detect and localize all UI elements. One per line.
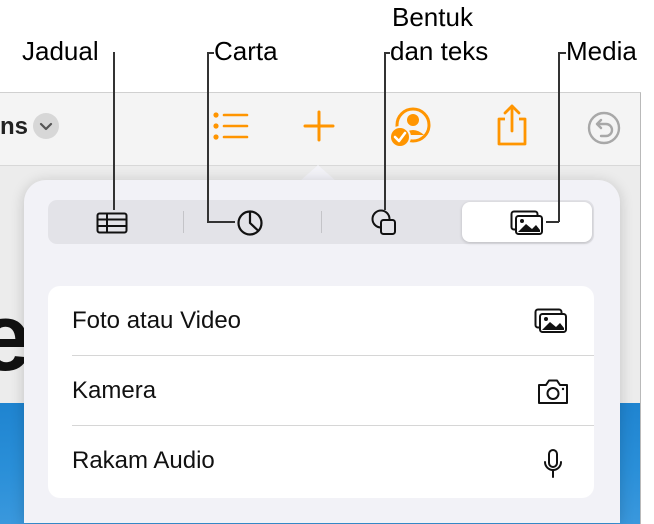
menu-item-label: Foto atau Video xyxy=(72,307,242,334)
document-name[interactable]: ns xyxy=(0,113,28,141)
callout-leader-shapes xyxy=(384,52,386,210)
tab-shapes-and-text[interactable] xyxy=(322,200,460,244)
callout-leader-chart xyxy=(207,52,209,222)
tab-table[interactable] xyxy=(48,200,182,244)
menu-item-label: Rakam Audio xyxy=(72,447,215,474)
media-icon xyxy=(510,210,544,236)
microphone-icon xyxy=(542,448,564,480)
callout-leader-media-h xyxy=(558,52,566,54)
callout-leader-chart-h xyxy=(207,52,214,54)
callout-shapes-label-line2: dan teks xyxy=(390,36,489,66)
callout-chart-label: Carta xyxy=(214,36,278,66)
callout-leader-chart-h2 xyxy=(207,221,235,223)
callout-media-label: Media xyxy=(566,36,637,66)
undo-icon[interactable] xyxy=(586,110,622,146)
shapes-icon xyxy=(370,208,402,238)
photo-library-icon xyxy=(534,308,568,334)
list-item-photo-or-video[interactable]: Foto atau Video xyxy=(48,286,594,356)
insert-plus-icon[interactable] xyxy=(302,109,336,143)
share-icon[interactable] xyxy=(494,103,530,147)
list-icon[interactable] xyxy=(212,109,250,143)
menu-item-label: Kamera xyxy=(72,377,157,404)
camera-icon xyxy=(536,378,570,406)
callout-leader-table xyxy=(113,52,115,210)
callout-leader-media xyxy=(558,52,560,222)
document-menu-chevron-icon[interactable] xyxy=(33,113,59,139)
callout-shapes-label-line1: Bentuk xyxy=(392,2,473,32)
list-item-camera[interactable]: Kamera xyxy=(48,356,594,426)
popover-arrow xyxy=(300,165,336,181)
tab-chart[interactable] xyxy=(184,200,320,244)
callout-leader-shapes-h xyxy=(384,52,390,54)
chart-icon xyxy=(236,209,264,237)
toolbar: ns xyxy=(0,93,640,166)
insert-type-segmented-control xyxy=(48,200,594,244)
collaboration-icon[interactable] xyxy=(388,105,434,151)
media-options-list: Foto atau Video Kamera Rakam Audio xyxy=(48,286,594,498)
tab-media[interactable] xyxy=(462,202,592,242)
callout-table-label: Jadual xyxy=(22,36,99,66)
table-icon xyxy=(96,212,128,234)
list-item-record-audio[interactable]: Rakam Audio xyxy=(48,426,594,496)
callout-leader-media-h2 xyxy=(546,221,559,223)
